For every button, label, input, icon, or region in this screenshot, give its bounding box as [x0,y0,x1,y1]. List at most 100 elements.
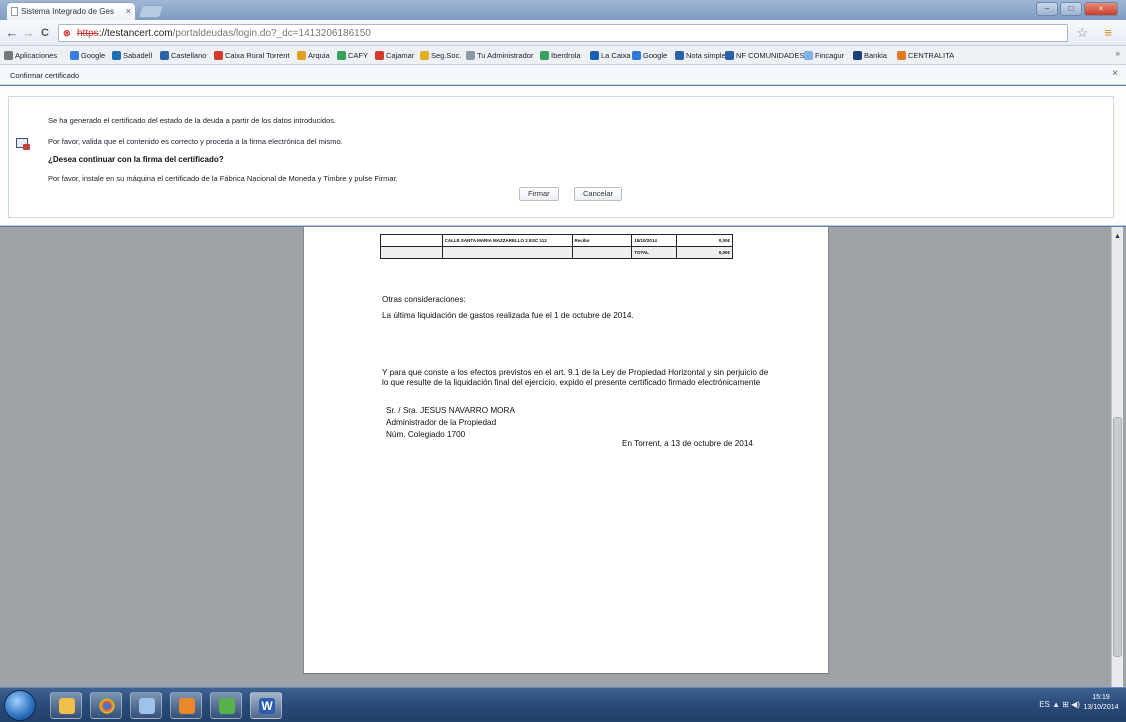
address-bar[interactable]: ⊗ https://testancert.com/portaldeudas/lo… [58,24,1068,42]
paint-icon [219,698,235,714]
table-cell [380,234,443,247]
bookmark-label: Castellano [171,51,207,60]
bookmark-item[interactable]: Seg.Soc. [420,49,461,62]
taskbar-chrome-button[interactable] [90,692,122,719]
taskbar-explorer-button[interactable] [50,692,82,719]
table-cell: Recibo [571,234,633,247]
bookmark-item[interactable]: Castellano [160,49,206,62]
start-button-icon[interactable] [4,690,36,721]
considerations-heading: Otras consideraciones: [382,295,466,304]
bookmark-item[interactable]: Fincagur [804,49,844,62]
bookmark-item[interactable]: Tu Administrador [466,49,533,62]
bookmark-item[interactable]: Cajamar [375,49,414,62]
seg-soc-icon [420,51,429,60]
message-line-2: Por favor, valida que el contenido es co… [48,137,343,146]
bookmark-item[interactable]: Google [632,49,667,62]
close-window-button[interactable]: × [1084,2,1118,16]
document-page: CALLE SANTA MARIA MAZZARELLO 2 ESC 112 R… [303,227,829,674]
bookmark-item[interactable]: Nota simple [675,49,726,62]
cancel-button[interactable]: Cancelar [574,187,623,201]
minimize-button[interactable]: – [1036,2,1058,16]
apps-icon [4,51,13,60]
taskbar-outlook-button[interactable] [170,692,202,719]
bookmark-label: Google [81,51,106,60]
maximize-button[interactable]: □ [1060,2,1082,16]
bookmark-item[interactable]: Arquia [297,49,330,62]
dialog-close-icon[interactable]: × [1112,68,1118,79]
bookmark-label: Aplicaciones [15,51,58,60]
system-tray[interactable]: ES ▲ ⊞ ◀) [1039,700,1080,709]
bookmark-label: Bankia [864,51,887,60]
scroll-thumb[interactable] [1113,417,1122,657]
bookmarks-bar: Aplicaciones Google Sabadell Castellano … [0,46,1126,65]
vertical-scrollbar[interactable]: ▲ [1111,227,1123,687]
table-cell: 0,00€ [676,234,733,247]
bookmark-label: Iberdrola [551,51,581,60]
centralita-icon [897,51,906,60]
bookmark-label: Fincagur [815,51,845,60]
forward-icon[interactable]: → [20,25,36,41]
browser-tab[interactable]: Sistema Integrado de Ges × [6,2,136,20]
taskbar-word-button[interactable]: W [250,692,282,719]
arquia-icon [297,51,306,60]
bookmark-item[interactable]: Google [70,49,105,62]
cafy-icon [337,51,346,60]
debt-table: CALLE SANTA MARIA MAZZARELLO 2 ESC 112 R… [380,234,733,259]
new-tab-button[interactable] [137,5,165,18]
reload-icon[interactable]: C [37,25,53,41]
message-line-3: Por favor, instale en su máquina el cert… [48,174,398,183]
message-line-1: Se ha generado el certificado del estado… [48,116,337,125]
insecure-lock-icon[interactable]: ⊗ [63,28,71,39]
signer-role: Administrador de la Propiedad [386,418,497,427]
bookmark-label: La Caixa [601,51,631,60]
tab-close-icon[interactable]: × [126,6,131,16]
url-host: ://testancert.com [98,28,173,39]
bookmark-item[interactable]: CAFY [337,49,368,62]
bookmark-label: CAFY [348,51,369,60]
chrome-menu-icon[interactable]: ≡ [1104,25,1112,40]
word-icon: W [259,698,275,714]
back-icon[interactable]: ← [4,25,20,41]
signer-name: Sr. / Sra. JESUS NAVARRO MORA [386,406,515,415]
taskbar-clock[interactable]: 15:19 13/10/2014 [1082,693,1120,713]
bookmark-item[interactable]: CENTRALITA [897,49,954,62]
bankia-icon [853,51,862,60]
google-icon [70,51,79,60]
scroll-up-icon[interactable]: ▲ [1114,233,1121,240]
dialog-title: Confirmar certificado [10,71,80,80]
bookmark-label: Tu Administrador [477,51,534,60]
bookmark-item[interactable]: La Caixa [590,49,631,62]
bookmark-item[interactable]: Sabadell [112,49,152,62]
clock-time: 15:19 [1092,694,1110,701]
windows-taskbar: W ES ▲ ⊞ ◀) 15:19 13/10/2014 [0,687,1126,722]
table-cell: TOTAL [631,246,678,259]
bookmarks-overflow-icon[interactable]: » [1116,49,1120,58]
taskbar-paint-button[interactable] [210,692,242,719]
cajamar-icon [375,51,384,60]
page-icon [466,51,475,60]
bookmark-item[interactable]: Caixa Rural Torrent [214,49,289,62]
url-text: https://testancert.com/portaldeudas/logi… [77,28,371,39]
table-cell: 15/10/2014 [631,234,678,247]
page-icon [11,7,18,16]
taskbar-generic-button[interactable] [130,692,162,719]
url-path: /portaldeudas/login.do?_dc=1413206186150 [172,28,371,39]
table-cell: CALLE SANTA MARIA MAZZARELLO 2 ESC 112 [441,234,573,247]
last-liquidation-text: La última liquidación de gastos realizad… [382,311,634,320]
table-cell [380,246,443,259]
table-cell [441,246,573,259]
place-and-date: En Torrent, a 13 de octubre de 2014 [622,439,753,448]
bookmark-label: Nota simple [686,51,726,60]
sign-button[interactable]: Firmar [519,187,559,201]
bookmark-item[interactable]: Aplicaciones [4,49,57,62]
bookmark-item[interactable]: Iberdrola [540,49,581,62]
bookmark-star-icon[interactable]: ☆ [1076,25,1088,41]
bookmark-item[interactable]: NF COMUNIDADES [725,49,804,62]
bookmark-label: Google [643,51,668,60]
message-icon [16,138,30,150]
table-cell [571,246,633,259]
google-icon [632,51,641,60]
table-cell: 0,00€ [676,246,733,259]
bookmark-label: Arquia [308,51,330,60]
bookmark-item[interactable]: Bankia [853,49,887,62]
